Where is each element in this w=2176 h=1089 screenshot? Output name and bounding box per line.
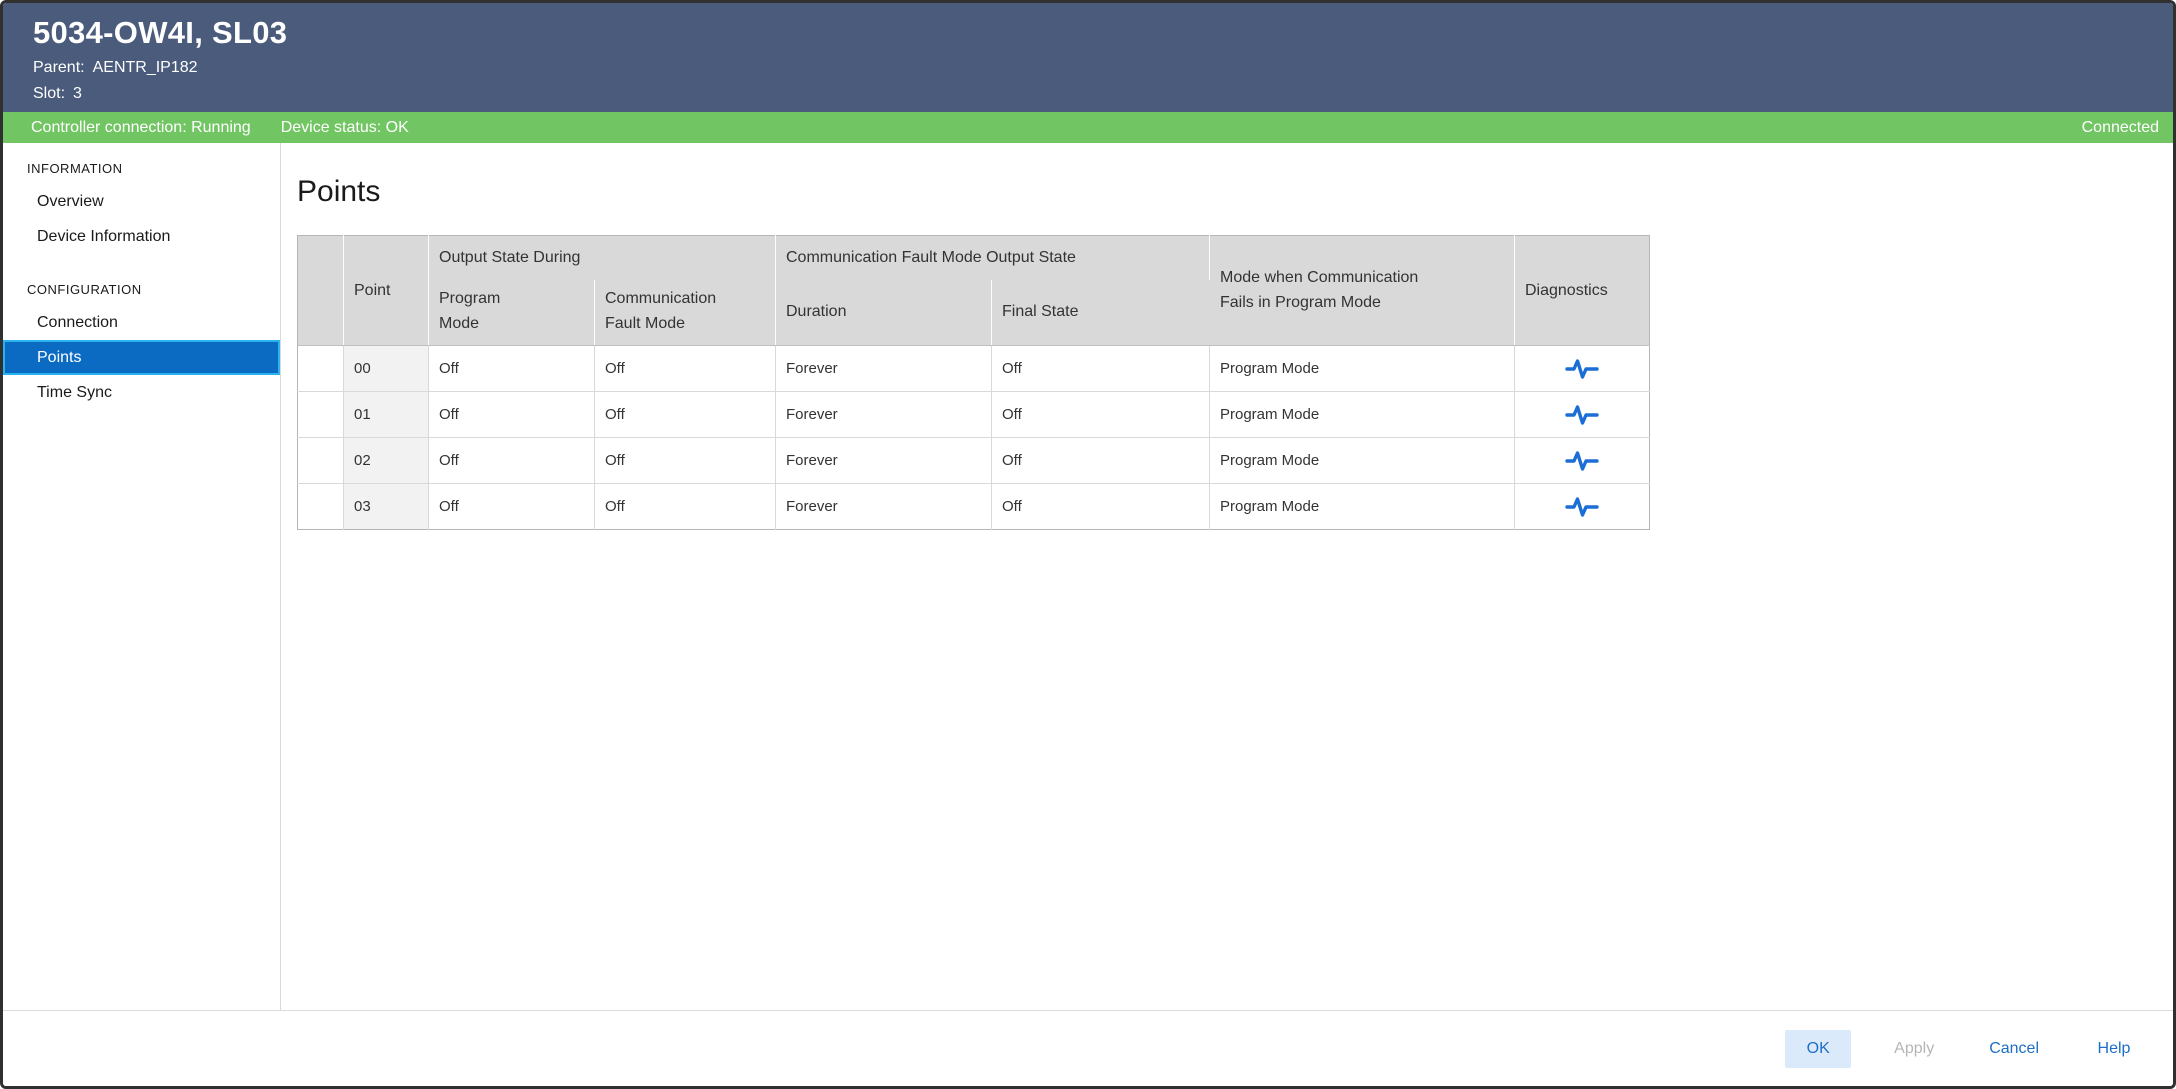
ok-button[interactable]: OK [1785,1030,1851,1068]
help-button[interactable]: Help [2081,1030,2147,1068]
connection-badge: Connected [2082,119,2159,137]
program-mode-cell[interactable]: Off [429,392,595,438]
column-header-final-state: Final State [992,280,1210,346]
sidebar-item-connection[interactable]: Connection [3,305,280,340]
point-cell: 03 [344,484,429,530]
sidebar-section-information: INFORMATION [3,149,280,184]
point-cell: 02 [344,438,429,484]
parent-label: Parent: [33,59,85,77]
final-state-cell[interactable]: Off [992,346,1210,392]
comm-fault-mode-cell[interactable]: Off [595,438,776,484]
program-mode-cell[interactable]: Off [429,438,595,484]
mode-when-comm-fails-cell[interactable]: Program Mode [1210,346,1515,392]
pulse-waveform-icon [1565,403,1599,427]
sidebar-item-points[interactable]: Points [3,340,280,375]
sidebar-section-configuration: CONFIGURATION [3,270,280,305]
controller-connection-status: Controller connection: Running [31,119,251,137]
row-selector-cell[interactable] [298,438,344,484]
duration-cell[interactable]: Forever [776,346,992,392]
sidebar-item-overview[interactable]: Overview [3,184,280,219]
column-header-duration: Duration [776,280,992,346]
pulse-waveform-icon [1565,449,1599,473]
comm-fault-mode-cell[interactable]: Off [595,346,776,392]
points-page: Points Point Output State During Communi… [281,143,2173,1010]
final-state-cell[interactable]: Off [992,484,1210,530]
diagnostics-button[interactable] [1515,346,1649,391]
table-row: 01 Off Off Forever Off Program Mode [298,392,1650,438]
sidebar-nav: INFORMATION Overview Device Information … [3,143,281,1010]
module-properties-window: 5034-OW4I, SL03 Parent: AENTR_IP182 Slot… [0,0,2176,1089]
diagnostics-button[interactable] [1515,438,1649,483]
column-header-diagnostics: Diagnostics [1515,236,1650,346]
diagnostics-button[interactable] [1515,484,1649,529]
window-title: 5034-OW4I, SL03 [33,15,2173,51]
column-header-comm-fault-mode: Communication Fault Mode [595,280,776,346]
diagnostics-button[interactable] [1515,392,1649,437]
apply-button[interactable]: Apply [1881,1030,1947,1068]
sidebar-item-time-sync[interactable]: Time Sync [3,375,280,410]
group-header-comm-fault-mode-output-state: Communication Fault Mode Output State [776,236,1210,280]
duration-cell[interactable]: Forever [776,392,992,438]
titlebar: 5034-OW4I, SL03 Parent: AENTR_IP182 Slot… [3,3,2173,112]
status-bar: Controller connection: Running Device st… [3,112,2173,143]
point-cell: 00 [344,346,429,392]
points-table: Point Output State During Communication … [297,235,1650,530]
slot-value: 3 [73,85,82,103]
final-state-cell[interactable]: Off [992,392,1210,438]
column-header-point: Point [344,236,429,346]
pulse-waveform-icon [1565,495,1599,519]
footer-button-bar: OK Apply Cancel Help [3,1010,2173,1086]
pulse-waveform-icon [1565,357,1599,381]
cancel-button[interactable]: Cancel [1977,1030,2051,1068]
row-selector-cell[interactable] [298,392,344,438]
mode-when-comm-fails-cell[interactable]: Program Mode [1210,484,1515,530]
program-mode-cell[interactable]: Off [429,346,595,392]
program-mode-cell[interactable]: Off [429,484,595,530]
final-state-cell[interactable]: Off [992,438,1210,484]
table-row: 02 Off Off Forever Off Program Mode [298,438,1650,484]
slot-line: Slot: 3 [33,85,2173,103]
comm-fault-mode-cell[interactable]: Off [595,484,776,530]
mode-when-comm-fails-cell[interactable]: Program Mode [1210,438,1515,484]
point-cell: 01 [344,392,429,438]
points-table-body: 00 Off Off Forever Off Program Mode 01 O… [298,346,1650,530]
duration-cell[interactable]: Forever [776,438,992,484]
table-row: 00 Off Off Forever Off Program Mode [298,346,1650,392]
duration-cell[interactable]: Forever [776,484,992,530]
parent-value: AENTR_IP182 [93,59,198,77]
column-header-row-selector [298,236,344,346]
device-status: Device status: OK [281,119,409,137]
page-title: Points [297,175,2173,209]
slot-label: Slot: [33,85,65,103]
parent-line: Parent: AENTR_IP182 [33,59,2173,77]
group-header-output-state-during: Output State During [429,236,776,280]
row-selector-cell[interactable] [298,346,344,392]
column-header-mode-when-comm-fails: Mode when Communication Fails in Program… [1210,236,1515,346]
table-row: 03 Off Off Forever Off Program Mode [298,484,1650,530]
comm-fault-mode-cell[interactable]: Off [595,392,776,438]
row-selector-cell[interactable] [298,484,344,530]
sidebar-item-device-information[interactable]: Device Information [3,219,280,254]
column-header-program-mode: Program Mode [429,280,595,346]
mode-when-comm-fails-cell[interactable]: Program Mode [1210,392,1515,438]
